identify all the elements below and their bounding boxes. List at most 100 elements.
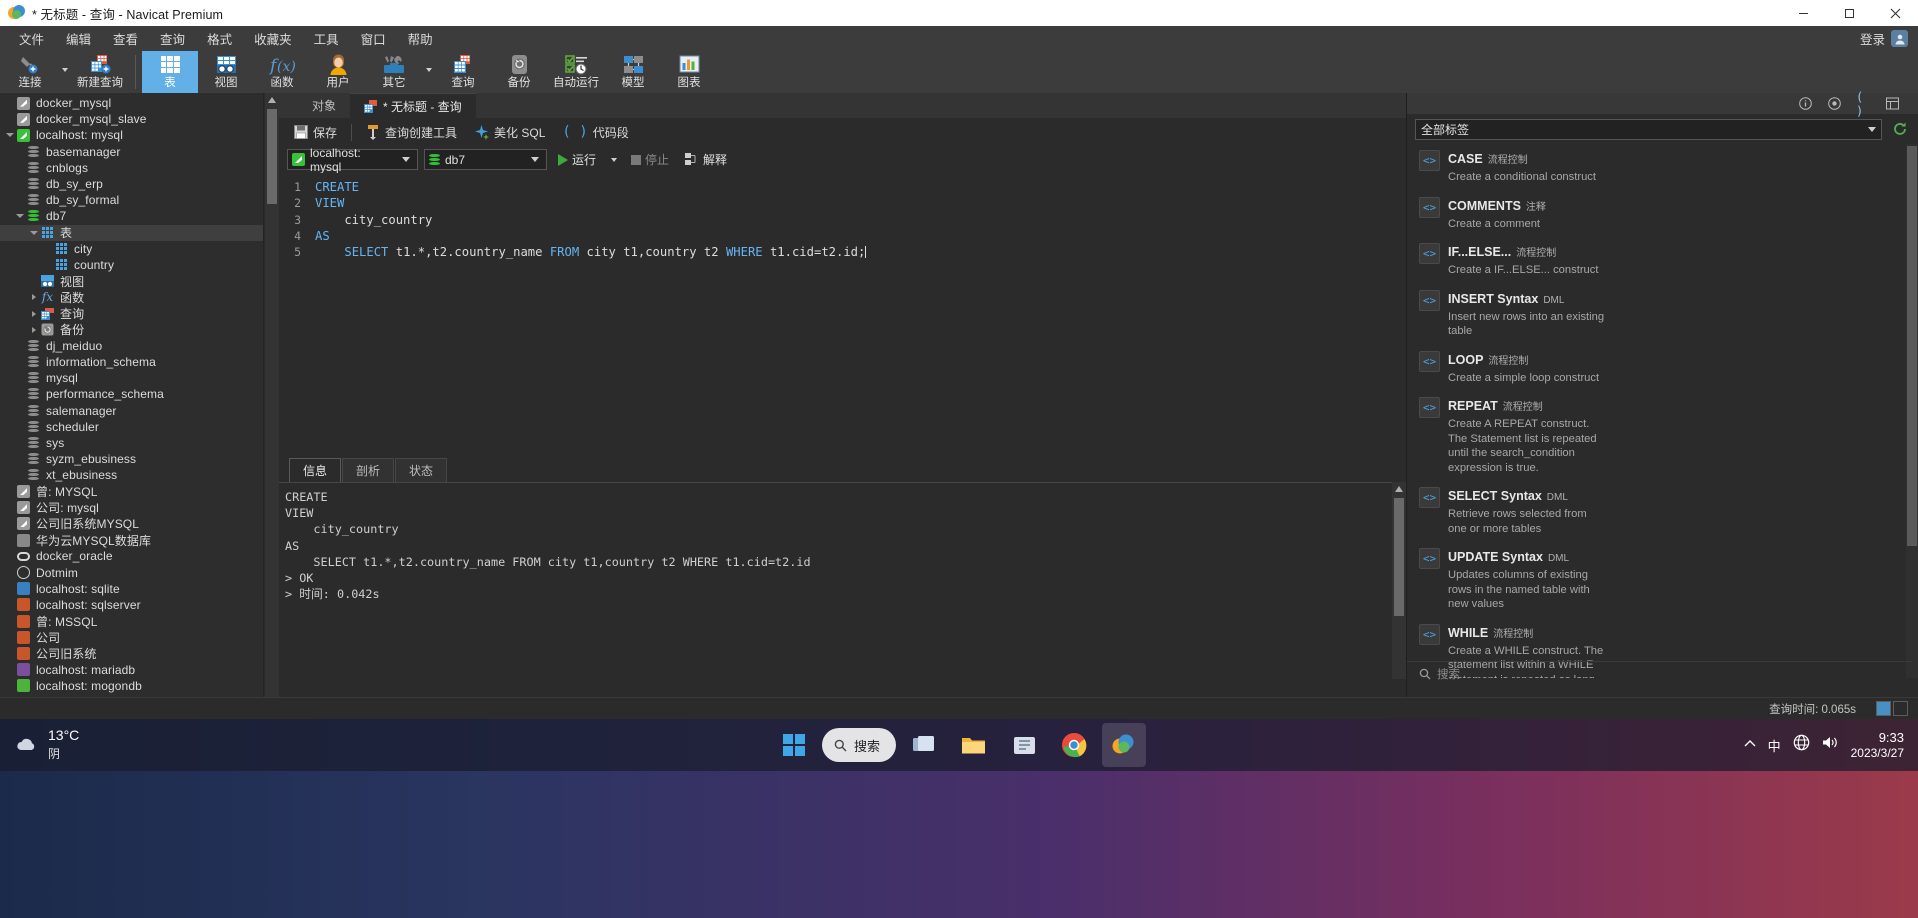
form-view-toggle[interactable] <box>1893 701 1908 716</box>
snippet-item[interactable]: <> INSERT Syntax DML Insert new rows into a… <box>1415 284 1913 345</box>
store-button[interactable] <box>1002 723 1046 767</box>
tree-item[interactable]: localhost: sqlserver <box>0 597 263 613</box>
twisty[interactable] <box>28 273 40 289</box>
sql-editor[interactable]: 1 234 5 CREATE VIEW city_country AS SELECT t… <box>279 173 1406 460</box>
twisty[interactable] <box>14 370 26 386</box>
scroll-up-icon[interactable] <box>265 93 279 107</box>
other-dropdown[interactable] <box>422 51 435 93</box>
connection-tree[interactable]: docker_mysql docker_mysql_slave localhost:… <box>0 93 263 694</box>
run-button[interactable]: 运行 <box>553 149 601 170</box>
twisty[interactable] <box>4 500 16 516</box>
scroll-up-icon[interactable] <box>1392 482 1406 496</box>
tree-item[interactable]: 曾: MYSQL <box>0 484 263 500</box>
tab-profile[interactable]: 剖析 <box>342 458 395 482</box>
stop-button[interactable]: 停止 <box>626 149 674 170</box>
tree-item[interactable]: Dotmim <box>0 564 263 580</box>
menu-view[interactable]: 查看 <box>102 26 149 51</box>
twisty[interactable] <box>14 419 26 435</box>
snippet-item[interactable]: <> LOOP 流程控制 Create a simple loop construct <box>1415 345 1913 392</box>
tree-item[interactable]: localhost: mogondb <box>0 678 263 694</box>
tree-item[interactable]: 视图 <box>0 273 263 289</box>
twisty-expanded[interactable] <box>4 127 16 143</box>
tree-item[interactable]: cnblogs <box>0 160 263 176</box>
result-vertical-scrollbar[interactable] <box>1392 482 1406 679</box>
tree-item[interactable]: performance_schema <box>0 386 263 402</box>
code-icon[interactable]: ( ) <box>1856 90 1871 118</box>
database-select[interactable]: db7 <box>424 149 547 170</box>
twisty[interactable] <box>4 484 16 500</box>
snippets-search-input[interactable]: 搜索 <box>1437 666 1460 682</box>
menu-favorites[interactable]: 收藏夹 <box>243 26 303 51</box>
toolbar-table[interactable]: 表 <box>142 51 198 93</box>
tree-item[interactable]: 备份 <box>0 322 263 338</box>
editor-vertical-scrollbar[interactable] <box>265 93 279 697</box>
tree-item[interactable]: db_sy_formal <box>0 192 263 208</box>
tree-item[interactable]: 公司: mysql <box>0 500 263 516</box>
toolbar-connection[interactable]: 连接 <box>2 51 58 93</box>
navicat-taskbar-button[interactable] <box>1102 723 1147 767</box>
snippet-button[interactable]: ( ) 代码段 <box>555 121 635 144</box>
tree-item[interactable]: xt_ebusiness <box>0 467 263 483</box>
toolbar-new-query[interactable]: 新建查询 <box>71 51 129 93</box>
snippet-item[interactable]: <> REPEAT 流程控制 Create A REPEAT construct. T… <box>1415 391 1913 481</box>
tree-item[interactable]: fx 函数 <box>0 289 263 305</box>
run-dropdown[interactable] <box>607 149 620 171</box>
scroll-thumb[interactable] <box>1394 498 1404 616</box>
tree-item[interactable]: docker_mysql_slave <box>0 111 263 127</box>
menu-format[interactable]: 格式 <box>196 26 243 51</box>
connection-dropdown[interactable] <box>58 51 71 93</box>
explain-button[interactable]: 解释 <box>680 149 732 170</box>
toolbar-user[interactable]: 用户 <box>310 51 366 93</box>
taskbar-clock[interactable]: 9:33 2023/3/27 <box>1851 730 1904 761</box>
ime-indicator[interactable]: 中 <box>1768 736 1781 755</box>
snippet-item[interactable]: <> UPDATE Syntax DML Updates columns of exi… <box>1415 542 1913 618</box>
twisty-expanded[interactable] <box>14 208 26 224</box>
snippet-item[interactable]: <> SELECT Syntax DML Retrieve rows selected… <box>1415 481 1913 542</box>
connection-tree-sidebar[interactable]: docker_mysql docker_mysql_slave localhost:… <box>0 93 264 697</box>
twisty[interactable] <box>4 629 16 645</box>
twisty-collapsed[interactable] <box>28 289 40 305</box>
code-line[interactable]: SELECT t1.*,t2.country_name FROM city t1… <box>315 244 1406 260</box>
tab-untitled-query[interactable]: * 无标题 - 查询 <box>350 93 476 118</box>
tree-item[interactable]: db7 <box>0 208 263 224</box>
tree-item[interactable]: sys <box>0 435 263 451</box>
tree-item[interactable]: docker_oracle <box>0 548 263 564</box>
tree-item[interactable]: country <box>0 257 263 273</box>
snippets-vertical-scrollbar[interactable] <box>1906 144 1918 678</box>
start-button[interactable] <box>772 723 816 767</box>
network-icon[interactable] <box>1793 734 1810 756</box>
toolbar-query[interactable]: 查询 <box>435 51 491 93</box>
twisty[interactable] <box>4 565 16 581</box>
twisty[interactable] <box>14 192 26 208</box>
help-icon[interactable] <box>1827 96 1842 111</box>
volume-icon[interactable] <box>1822 735 1839 755</box>
save-button[interactable]: 保存 <box>287 121 344 144</box>
twisty[interactable] <box>14 451 26 467</box>
menu-edit[interactable]: 编辑 <box>55 26 102 51</box>
twisty[interactable] <box>42 257 54 273</box>
tree-item[interactable]: 公司旧系统 <box>0 645 263 661</box>
tree-item[interactable]: basemanager <box>0 144 263 160</box>
menu-help[interactable]: 帮助 <box>397 26 444 51</box>
twisty-expanded[interactable] <box>28 225 40 241</box>
tree-item[interactable]: localhost: sqlite <box>0 581 263 597</box>
toolbar-function[interactable]: f (x) 函数 <box>254 51 310 93</box>
twisty[interactable] <box>4 645 16 661</box>
menu-window[interactable]: 窗口 <box>350 26 397 51</box>
toolbar-automation[interactable]: 自动运行 <box>547 51 605 93</box>
connection-select[interactable]: localhost: mysql <box>287 146 418 174</box>
toolbar-backup[interactable]: 备份 <box>491 51 547 93</box>
chrome-button[interactable] <box>1052 723 1096 767</box>
tree-item[interactable]: 查询 <box>0 305 263 321</box>
sql-code-area[interactable]: CREATE VIEW city_country AS SELECT t1.*,t2… <box>307 173 1406 460</box>
tree-item[interactable]: mysql <box>0 370 263 386</box>
twisty[interactable] <box>14 467 26 483</box>
twisty[interactable] <box>4 95 16 111</box>
query-builder-button[interactable]: 查询创建工具 <box>359 121 464 144</box>
twisty[interactable] <box>4 662 16 678</box>
snippet-item[interactable]: <> CASE 流程控制 Create a conditional construct <box>1415 144 1913 191</box>
tree-item[interactable]: salemanager <box>0 403 263 419</box>
tree-item[interactable]: 曾: MSSQL <box>0 613 263 629</box>
snippet-item[interactable]: <> IF...ELSE... 流程控制 Create a IF...ELSE... … <box>1415 237 1913 284</box>
tree-item[interactable]: localhost: mysql <box>0 127 263 143</box>
